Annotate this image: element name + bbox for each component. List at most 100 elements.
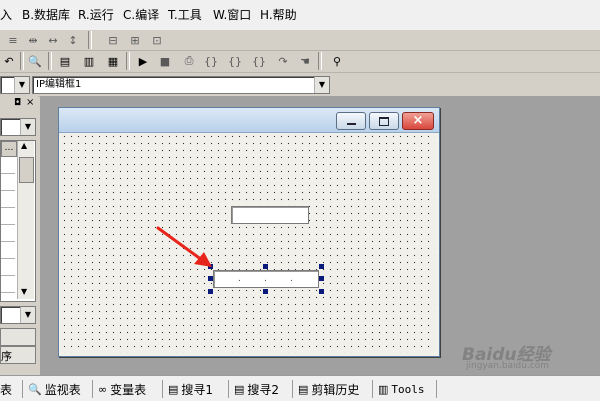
red-arrow-icon — [156, 226, 212, 267]
panel-tab-2[interactable]: 序 — [0, 346, 36, 364]
chevron-down-icon[interactable]: ▼ — [20, 307, 35, 323]
property-row[interactable] — [1, 174, 15, 191]
menu-item-window[interactable]: W.窗口 — [213, 8, 251, 22]
run-icon[interactable]: ▶ — [134, 52, 152, 70]
form-canvas[interactable]: . . . — [61, 133, 435, 353]
align-top-icon[interactable]: ≡ — [4, 31, 22, 49]
property-row[interactable] — [1, 191, 15, 208]
menu-item-database[interactable]: B.数据库 — [22, 8, 70, 22]
window-layout-3-icon[interactable]: ▦ — [104, 52, 122, 70]
menu-item-help[interactable]: H.帮助 — [260, 8, 297, 22]
search-results-icon: ▤ — [168, 382, 179, 396]
tab-tools[interactable]: ▥ Tools — [378, 380, 425, 398]
scope-combo[interactable]: ▼ — [0, 76, 30, 94]
binoculars-icon[interactable]: ⚲ — [328, 52, 346, 70]
property-row[interactable] — [1, 259, 15, 276]
tab-search2[interactable]: ▤ 搜寻2 — [234, 380, 279, 398]
object-toolbar: ▼ IP编辑框1 ▼ — [0, 73, 600, 97]
property-row[interactable] — [1, 157, 15, 174]
menu-item-run[interactable]: R.运行 — [78, 8, 114, 22]
resize-handle-n[interactable] — [263, 264, 268, 269]
text-edit-control[interactable] — [231, 206, 309, 224]
tools-window-icon: ▥ — [378, 382, 389, 396]
clipboard-icon: ▤ — [298, 382, 309, 396]
property-row[interactable] — [1, 242, 15, 259]
menu-item-compile[interactable]: C.编译 — [123, 8, 159, 22]
object-combo[interactable]: IP编辑框1 ▼ — [32, 76, 330, 94]
toolbar-separator — [88, 31, 92, 49]
close-icon: × — [412, 113, 424, 128]
resize-handle-e[interactable] — [319, 276, 324, 281]
form-titlebar[interactable]: × — [59, 108, 439, 133]
panel-tab-1[interactable] — [0, 328, 36, 346]
scrollbar-thumb[interactable] — [19, 157, 34, 183]
resize-handle-w[interactable] — [208, 276, 213, 281]
space-horizontal-icon[interactable]: ↔ — [44, 31, 62, 49]
same-size-icon[interactable]: ⊡ — [148, 31, 166, 49]
search-results-icon: ▤ — [234, 382, 245, 396]
property-row[interactable] — [1, 208, 15, 225]
chevron-down-icon[interactable]: ▼ — [314, 77, 329, 93]
tab-watch[interactable]: 🔍 监视表 — [28, 380, 81, 398]
chevron-down-icon[interactable]: ▼ — [14, 77, 29, 93]
property-value-combo[interactable]: ▼ — [0, 306, 36, 324]
tab-separator — [436, 380, 437, 398]
hand-icon[interactable]: ☚ — [296, 52, 314, 70]
maximize-button[interactable] — [369, 112, 399, 130]
step-out-icon[interactable]: {} — [250, 52, 268, 70]
tab-search2-label: 搜寻2 — [247, 382, 280, 397]
panel-close-icon[interactable]: × — [26, 97, 34, 108]
tab-search1[interactable]: ▤ 搜寻1 — [168, 380, 213, 398]
toolbar-separator — [318, 52, 322, 70]
resize-handle-se[interactable] — [319, 289, 324, 294]
space-vertical-icon[interactable]: ↕ — [64, 31, 82, 49]
redo-icon[interactable]: ↶ — [0, 52, 18, 70]
property-row[interactable] — [1, 225, 15, 242]
resize-handle-ne[interactable] — [319, 264, 324, 269]
tab-separator — [228, 380, 229, 398]
resize-handle-s[interactable] — [263, 289, 268, 294]
run-to-cursor-icon[interactable]: ↷ — [274, 52, 292, 70]
menu-item-tools[interactable]: T.工具 — [168, 8, 202, 22]
tab-table-label: 表 — [0, 382, 13, 397]
ip-edit-control[interactable]: . . . — [213, 270, 319, 288]
window-layout-1-icon[interactable]: ▤ — [56, 52, 74, 70]
step-into-icon[interactable]: {} — [202, 52, 220, 70]
chevron-down-icon[interactable]: ▼ — [20, 119, 35, 135]
tab-table[interactable]: 表 — [0, 380, 12, 398]
tab-separator — [292, 380, 293, 398]
menu-item-insert[interactable]: 入 — [0, 8, 12, 22]
tab-variables[interactable]: ∞ 变量表 — [98, 380, 146, 398]
close-button[interactable]: × — [402, 112, 434, 130]
layout-toolbar: ≡ ⇹ ↔ ↕ ⊟ ⊞ ⊡ — [0, 30, 600, 51]
same-width-icon[interactable]: ⊟ — [104, 31, 122, 49]
tab-tools-label: Tools — [391, 382, 425, 396]
property-row[interactable] — [1, 276, 15, 293]
compile-icon[interactable]: ⎙ — [180, 52, 198, 70]
scroll-down-icon[interactable]: ▼ — [21, 287, 27, 296]
window-layout-2-icon[interactable]: ▥ — [80, 52, 98, 70]
resize-handle-sw[interactable] — [208, 289, 213, 294]
tab-clip-history-label: 剪辑历史 — [311, 382, 360, 397]
scroll-up-icon[interactable]: ▲ — [21, 141, 27, 150]
toolbar-separator — [20, 52, 24, 70]
same-height-icon[interactable]: ⊞ — [126, 31, 144, 49]
tab-clip-history[interactable]: ▤ 剪辑历史 — [298, 380, 359, 398]
minimize-button[interactable] — [336, 112, 366, 130]
form-designer-window[interactable]: × . . . — [58, 107, 440, 357]
align-middle-icon[interactable]: ⇹ — [24, 31, 42, 49]
property-object-combo[interactable]: ▼ — [0, 118, 36, 136]
ip-dot: . — [238, 274, 241, 284]
find-icon[interactable]: 🔍 — [26, 52, 44, 70]
bottom-tab-bar: 表 🔍 监视表 ∞ 变量表 ▤ 搜寻1 ▤ 搜寻2 ▤ 剪辑历史 ▥ Tools — [0, 375, 600, 401]
step-over-icon[interactable]: {} — [226, 52, 244, 70]
ellipsis-button[interactable]: … — [1, 141, 17, 157]
ip-dot: . — [290, 274, 293, 284]
magnifier-icon: 🔍 — [28, 382, 42, 396]
property-grid: … ▲ ▼ — [0, 140, 36, 302]
property-scrollbar[interactable]: ▲ ▼ — [17, 141, 34, 299]
watermark-url: jingyan.baidu.com — [466, 361, 550, 371]
toolbar-separator — [48, 52, 52, 70]
panel-pin-icon[interactable]: ◘ — [14, 98, 21, 108]
stop-icon[interactable]: ■ — [156, 52, 174, 70]
